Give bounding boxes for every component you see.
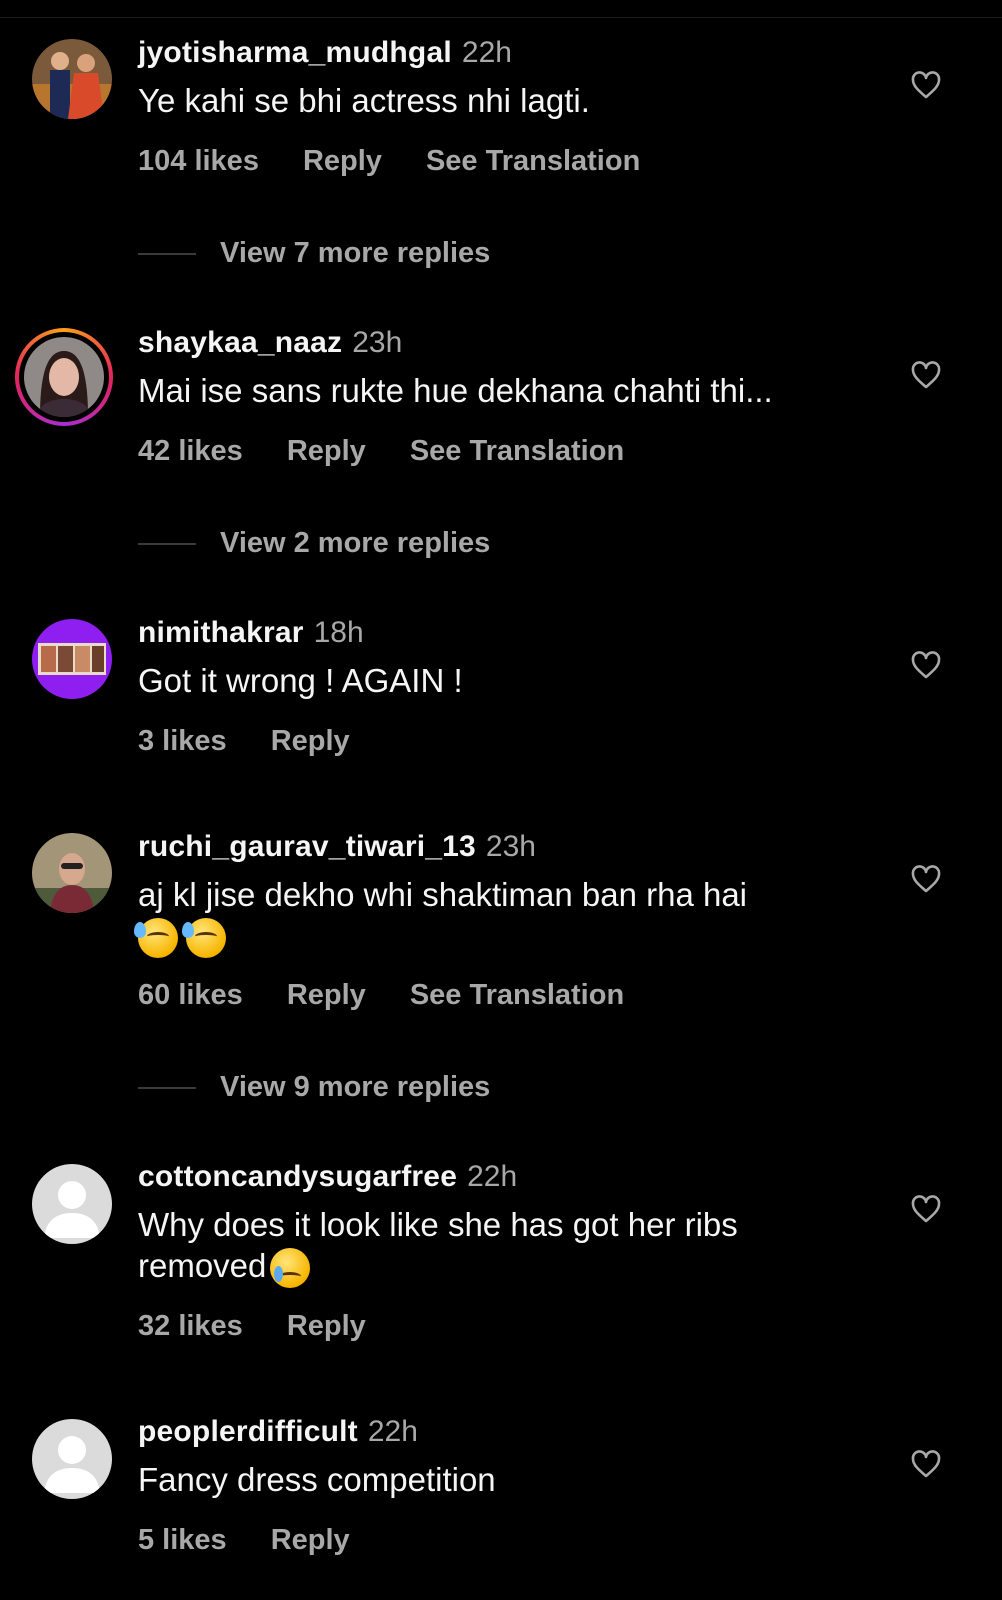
username[interactable]: shaykaa_naaz: [138, 326, 342, 359]
reply-button[interactable]: Reply: [271, 1524, 350, 1556]
comment-header: jyotisharma_mudhgal 22h: [138, 35, 512, 71]
view-more-replies[interactable]: View 2 more replies: [138, 525, 490, 561]
heart-outline-icon[interactable]: [910, 650, 942, 680]
likes-count[interactable]: 104 likes: [138, 145, 259, 177]
timestamp: 23h: [352, 326, 403, 359]
heart-outline-icon[interactable]: [910, 70, 942, 100]
heart-outline-icon[interactable]: [910, 1449, 942, 1479]
timestamp: 22h: [467, 1160, 518, 1193]
user-avatar[interactable]: [32, 833, 112, 913]
username[interactable]: cottoncandysugarfree: [138, 1160, 457, 1193]
comment-actions: 42 likes Reply See Translation: [138, 433, 668, 469]
comment-text-block: Why does it look like she has got her ri…: [138, 1204, 838, 1289]
heart-outline-icon[interactable]: [910, 360, 942, 390]
reply-button[interactable]: Reply: [271, 725, 350, 757]
likes-count[interactable]: 3 likes: [138, 725, 227, 757]
view-more-replies-label: View 7 more replies: [220, 237, 491, 269]
comment-header: ruchi_gaurav_tiwari_13 23h: [138, 829, 536, 865]
crying-face-emoji: [270, 1248, 311, 1289]
divider: [138, 253, 196, 256]
story-ring[interactable]: [15, 328, 113, 426]
user-avatar[interactable]: [32, 619, 112, 699]
comment-header: peoplerdifficult 22h: [138, 1414, 418, 1450]
heart-outline-icon[interactable]: [910, 864, 942, 894]
comment-actions: 60 likes Reply See Translation: [138, 977, 668, 1013]
reply-button[interactable]: Reply: [287, 1310, 366, 1342]
reply-button[interactable]: Reply: [287, 979, 366, 1011]
reply-button[interactable]: Reply: [303, 145, 382, 177]
likes-count[interactable]: 42 likes: [138, 435, 243, 467]
divider: [138, 1087, 196, 1090]
comment-header: cottoncandysugarfree 22h: [138, 1159, 517, 1195]
comment-text: Fancy dress competition: [138, 1461, 496, 1498]
default-avatar-icon[interactable]: [32, 1164, 112, 1244]
likes-count[interactable]: 5 likes: [138, 1524, 227, 1556]
likes-count[interactable]: 32 likes: [138, 1310, 243, 1342]
reply-button[interactable]: Reply: [287, 435, 366, 467]
likes-count[interactable]: 60 likes: [138, 979, 243, 1011]
see-translation-button[interactable]: See Translation: [410, 979, 624, 1011]
comment-actions: 104 likes Reply See Translation: [138, 143, 684, 179]
comment-header: nimithakrar 18h: [138, 615, 364, 651]
divider: [138, 543, 196, 546]
comment-actions: 5 likes Reply: [138, 1522, 394, 1558]
timestamp: 22h: [461, 36, 512, 69]
comment-text-block: aj kl jise dekho whi shaktiman ban rha h…: [134, 874, 838, 959]
comment-text: Mai ise sans rukte hue dekhana chahti th…: [138, 372, 773, 409]
comment-actions: 32 likes Reply: [138, 1308, 410, 1344]
view-more-replies[interactable]: View 9 more replies: [138, 1069, 490, 1105]
timestamp: 23h: [485, 830, 536, 863]
comment-text: Why does it look like she has got her ri…: [138, 1206, 738, 1284]
top-divider: [0, 17, 1002, 18]
grinning-sweat-emoji: [134, 918, 178, 959]
see-translation-button[interactable]: See Translation: [410, 435, 624, 467]
username[interactable]: peoplerdifficult: [138, 1415, 358, 1448]
view-more-replies[interactable]: View 7 more replies: [138, 235, 490, 271]
default-avatar-icon[interactable]: [32, 1419, 112, 1499]
username[interactable]: nimithakrar: [138, 616, 304, 649]
see-translation-button[interactable]: See Translation: [426, 145, 640, 177]
comment-header: shaykaa_naaz 23h: [138, 325, 402, 361]
comment-text: aj kl jise dekho whi shaktiman ban rha h…: [138, 876, 748, 913]
user-avatar[interactable]: [32, 39, 112, 119]
heart-outline-icon[interactable]: [910, 1194, 942, 1224]
view-more-replies-label: View 2 more replies: [220, 527, 491, 559]
comment-text: Ye kahi se bhi actress nhi lagti.: [138, 82, 590, 119]
user-avatar[interactable]: [24, 337, 104, 417]
username[interactable]: jyotisharma_mudhgal: [138, 36, 452, 69]
comment-text: Got it wrong ! AGAIN !: [138, 662, 463, 699]
comment-actions: 3 likes Reply: [138, 723, 394, 759]
timestamp: 18h: [313, 616, 364, 649]
timestamp: 22h: [367, 1415, 418, 1448]
username[interactable]: ruchi_gaurav_tiwari_13: [138, 830, 476, 863]
grinning-sweat-emoji: [182, 918, 226, 959]
view-more-replies-label: View 9 more replies: [220, 1071, 491, 1103]
